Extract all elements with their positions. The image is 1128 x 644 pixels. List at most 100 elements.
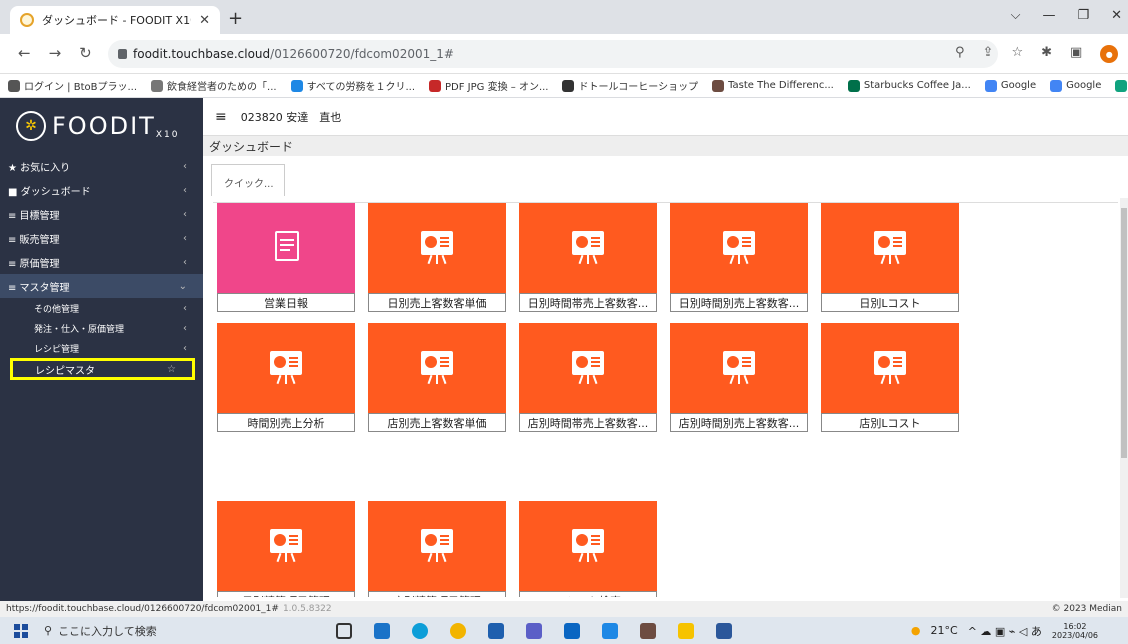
chevron-icon: ‹ (183, 256, 187, 268)
dashboard-tile[interactable]: 営業日報 (217, 203, 355, 312)
tile-label: 店別時間別売上客数客... (670, 413, 808, 432)
scrollbar[interactable] (1120, 198, 1128, 598)
outlook-icon[interactable] (564, 622, 580, 639)
lock-icon (118, 49, 127, 59)
dashboard-tile[interactable]: 日別時間帯売上客数客... (519, 203, 657, 312)
extensions-icon[interactable]: ✱ (1041, 45, 1052, 63)
close-tab-icon[interactable]: ✕ (199, 13, 210, 28)
tile-label: 日別Lコスト (821, 293, 959, 312)
share-icon[interactable]: ⇪ (983, 45, 994, 63)
sidebar-item[interactable]: ≡ 販売管理 ‹ (0, 226, 203, 250)
sidebar-item[interactable]: 発注・仕入・原価管理 ‹ (0, 318, 203, 338)
bookmark-icon (984, 79, 997, 92)
sidebar-item-label: レシピマスタ (35, 365, 95, 377)
sidebar-item[interactable]: ■ ダッシュボード ‹ (0, 178, 203, 202)
taskview-icon[interactable] (336, 622, 352, 639)
system-tray: ● 21°C ^ ☁ ▣ ⌁ ◁ あ 16:02 2023/04/06 (911, 622, 1098, 640)
bookmark-label: ログイン | BtoBプラッ... (24, 82, 138, 93)
sidebar-item-label: ★ お気に入り (8, 162, 71, 174)
restore-icon[interactable]: ❐ (1077, 8, 1089, 23)
url-host: foodit.touchbase.cloud (133, 47, 271, 61)
presentation-chart-icon (721, 231, 757, 265)
bookmark-icon (290, 79, 303, 92)
bookmark-label: ドトールコーヒーショップ (578, 82, 699, 93)
profile-avatar[interactable]: ● (1100, 45, 1119, 63)
app-icon[interactable] (602, 622, 618, 639)
version: 1.0.5.8322 (282, 604, 332, 614)
bookmark-item[interactable]: ドトールコーヒーショップ (562, 78, 698, 93)
bookmark-label: PDF JPG 変換 – オン... (445, 82, 549, 93)
chrome-icon[interactable] (450, 622, 466, 639)
app2-icon[interactable] (640, 622, 656, 639)
new-tab-icon[interactable]: + (228, 8, 243, 29)
dashboard-grid: 営業日報 日別売上客数客単価 日別時間帯売上客数客... 日別時間別売上客数客... 日… (213, 202, 1118, 597)
dashboard-tile[interactable]: 店別精算項目管理 (368, 501, 506, 597)
bookmark-item[interactable]: 飲食経営者のための「... (151, 78, 277, 93)
app-logo[interactable]: ✲ FOODITX10 (0, 98, 203, 154)
sidebar-item[interactable]: レシピマスタ ☆ (10, 358, 195, 380)
tile-label: 営業日報 (217, 293, 355, 312)
url-field[interactable]: foodit.touchbase.cloud/0126600720/fdcom0… (108, 40, 998, 68)
sidebar-item-label: ≡ 原価管理 (8, 258, 60, 270)
bookmark-item[interactable]: Taste The Differenc... (712, 79, 834, 92)
top-bar: ≡ 023820 安達 直也 (203, 98, 1128, 136)
sidebar-item[interactable]: ★ お気に入り ‹ (0, 154, 203, 178)
dashboard-tile[interactable]: 日別Lコスト (821, 203, 959, 312)
back-icon[interactable]: ← (18, 44, 31, 62)
sticky-icon[interactable] (678, 622, 694, 639)
zoom-icon[interactable]: ⚲ (955, 45, 965, 63)
bookmark-label: すべての労務を１クリ... (306, 82, 416, 93)
tile-label: 店別時間帯売上客数客... (519, 413, 657, 432)
dashboard-tile[interactable]: 店別売上客数客単価 (368, 323, 506, 432)
browser-tab[interactable]: ダッシュボード - FOODIT X10 ✕ (10, 6, 220, 34)
bookmark-item[interactable]: Starbucks Coffee Ja... (847, 79, 971, 92)
bookmark-item[interactable]: PDF JPG 変換 – オン... (429, 78, 548, 93)
presentation-chart-icon (268, 529, 304, 563)
bookmark-item[interactable]: すべての労務を１クリ... (290, 78, 416, 93)
sidebar-item[interactable]: ≡ マスタ管理 ⌄ (0, 274, 203, 298)
bookmark-item[interactable]: ログイン | BtoBプラッ... (8, 78, 137, 93)
presentation-chart-icon (721, 351, 757, 385)
edge-icon[interactable] (412, 622, 428, 639)
word-icon[interactable] (716, 622, 732, 639)
bookmark-item[interactable]: 新しいチャット (1115, 78, 1128, 93)
bookmark-icon (712, 79, 725, 92)
dashboard-tile[interactable]: 店別Lコスト (821, 323, 959, 432)
tab-title: ダッシュボード - FOODIT X10 (42, 14, 192, 27)
dashboard-tile[interactable]: 店別時間帯売上客数客... (519, 323, 657, 432)
presentation-chart-icon (419, 231, 455, 265)
dashboard-tile[interactable]: 店別時間別売上客数客... (670, 323, 808, 432)
reload-icon[interactable]: ↻ (79, 44, 92, 62)
logo-sub: X10 (155, 130, 180, 140)
teams-icon[interactable] (526, 622, 542, 639)
dashboard-tile[interactable]: 時間別売上分析 (217, 323, 355, 432)
dashboard-tile[interactable]: 日別売上客数客単価 (368, 203, 506, 312)
bookmark-icon (429, 79, 442, 92)
sidebar-item[interactable]: レシピ管理 ‹ (0, 338, 203, 358)
sidebar-item[interactable]: その他管理 ‹ (0, 298, 203, 318)
sidepanel-icon[interactable]: ▣ (1070, 45, 1082, 63)
tray-icons[interactable]: ^ ☁ ▣ ⌁ ◁ あ (968, 623, 1042, 639)
store-icon[interactable] (488, 622, 504, 639)
dashboard-tile[interactable]: 日別精算項目管理 (217, 501, 355, 597)
star-icon[interactable]: ☆ (1011, 45, 1023, 63)
presentation-chart-icon (268, 351, 304, 385)
dashboard-tile[interactable]: レシート検索 (519, 501, 657, 597)
forward-icon[interactable]: → (49, 44, 62, 62)
close-window-icon[interactable]: ✕ (1111, 8, 1122, 23)
windows-start-icon[interactable] (14, 623, 28, 638)
sidebar-item[interactable]: ≡ 目標管理 ‹ (0, 202, 203, 226)
files-icon[interactable] (374, 622, 390, 639)
taskbar-search[interactable]: ⚲ ここに入力して検索 (44, 623, 254, 639)
chevron-icon: ‹ (183, 208, 187, 220)
bookmark-item[interactable]: Google (984, 79, 1036, 92)
status-url: https://foodit.touchbase.cloud/012660072… (6, 604, 279, 614)
chevron-down-icon[interactable]: ⌵ (1011, 8, 1021, 23)
hamburger-icon[interactable]: ≡ (215, 109, 227, 125)
sidebar-item[interactable]: ≡ 原価管理 ‹ (0, 250, 203, 274)
minimize-icon[interactable]: — (1042, 8, 1055, 23)
dashboard-tile[interactable]: 日別時間別売上客数客... (670, 203, 808, 312)
tab-quick[interactable]: クイック... (211, 164, 285, 196)
main-content: ≡ 023820 安達 直也 ダッシュボード クイック... 営業日報 日別売上客… (203, 98, 1128, 601)
bookmark-item[interactable]: Google (1050, 79, 1101, 92)
